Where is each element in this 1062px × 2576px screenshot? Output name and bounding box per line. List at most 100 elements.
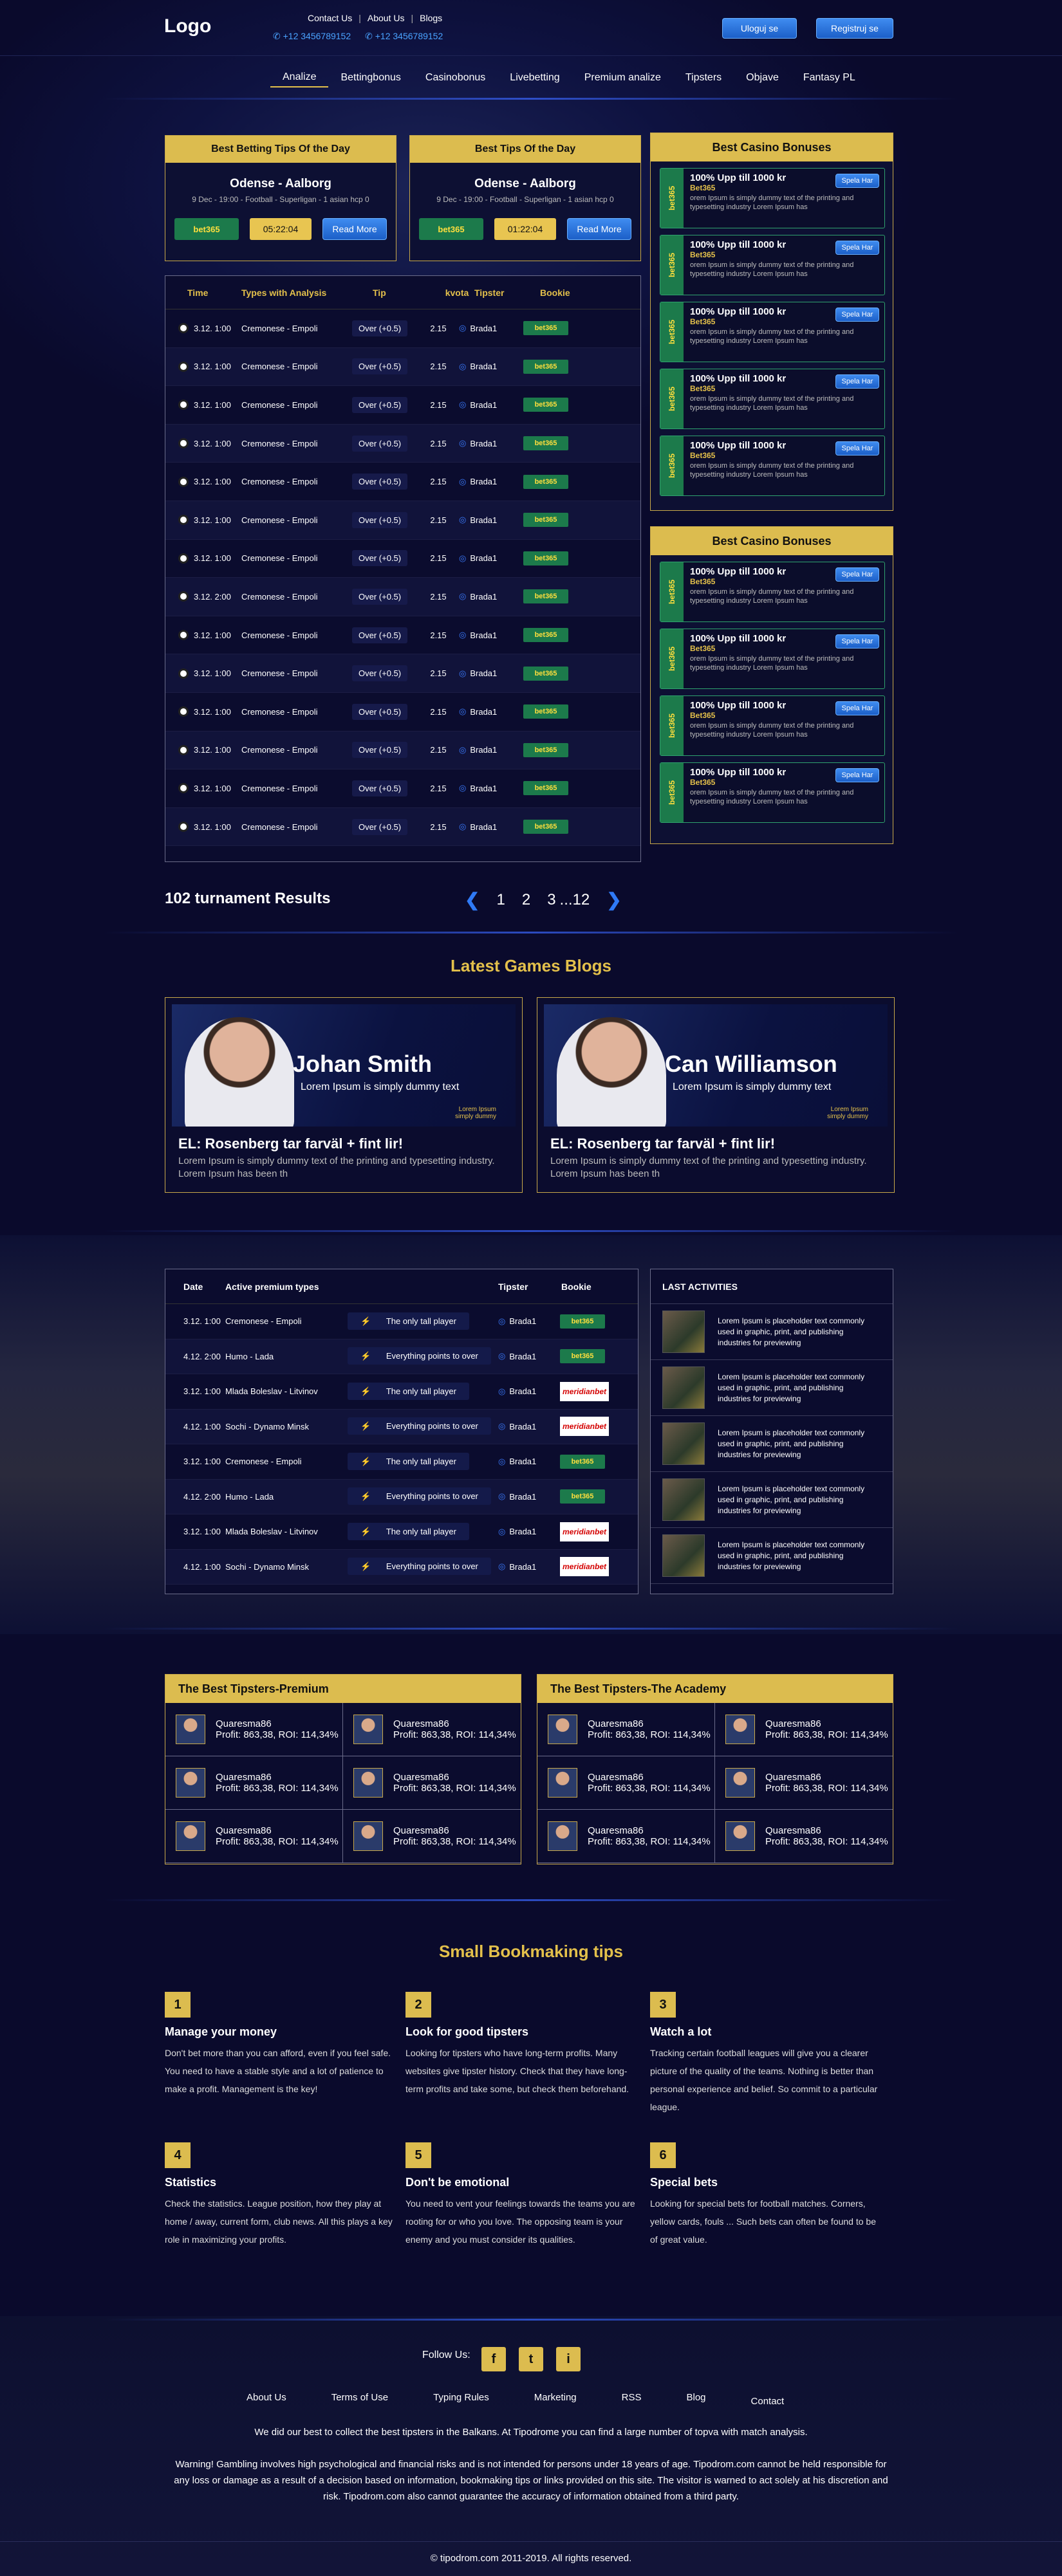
page-3[interactable]: 3 bbox=[547, 891, 555, 909]
cell-match[interactable]: Cremonese - Empoli bbox=[225, 1316, 348, 1326]
tipster-item[interactable]: Quaresma86 Profit: 863,38, ROI: 114,34% bbox=[165, 1810, 343, 1863]
bookie-logo[interactable]: bet365 bbox=[523, 551, 568, 566]
cell-match[interactable]: Humo - Lada bbox=[225, 1492, 348, 1502]
bookie-logo[interactable]: meridianbet bbox=[560, 1417, 609, 1437]
bookie-logo[interactable]: meridianbet bbox=[560, 1522, 609, 1541]
phone-2[interactable]: ✆ +12 3456789152 bbox=[365, 31, 443, 42]
activity-item[interactable]: Lorem Ipsum is placeholder text commonly… bbox=[651, 1360, 893, 1416]
cell-tipster[interactable]: ◎ Brada1 bbox=[498, 1316, 560, 1327]
footer-contact[interactable]: Contact bbox=[751, 2396, 785, 2407]
phone-1[interactable]: ✆ +12 3456789152 bbox=[273, 31, 351, 42]
cell-teams[interactable]: Cremonese - Empoli bbox=[241, 362, 352, 371]
cell-tipster[interactable]: ◎ Brada1 bbox=[459, 515, 523, 525]
nav-analize[interactable]: Analize bbox=[270, 68, 329, 87]
blog-card[interactable]: Johan Smith Lorem Ipsum is simply dummy … bbox=[165, 997, 523, 1193]
tipster-item[interactable]: Quaresma86 Profit: 863,38, ROI: 114,34% bbox=[537, 1756, 715, 1810]
next-page-icon[interactable]: ❯ bbox=[606, 889, 621, 910]
bookie-logo[interactable]: bet365 bbox=[523, 820, 568, 834]
about-link[interactable]: About Us bbox=[368, 13, 405, 23]
cell-teams[interactable]: Cremonese - Empoli bbox=[241, 592, 352, 602]
nav-bettingbonus[interactable]: Bettingbonus bbox=[328, 68, 413, 87]
blog-card[interactable]: Can Williamson Lorem Ipsum is simply dum… bbox=[537, 997, 895, 1193]
cell-match[interactable]: Sochi - Dynamo Minsk bbox=[225, 1562, 348, 1572]
footer-marketing[interactable]: Marketing bbox=[534, 2392, 577, 2407]
cell-tipster[interactable]: ◎ Brada1 bbox=[459, 745, 523, 755]
bookie-logo[interactable]: bet365 bbox=[523, 628, 568, 643]
bookie-logo[interactable]: bet365 bbox=[523, 704, 568, 719]
footer-typing-rules[interactable]: Typing Rules bbox=[433, 2392, 489, 2407]
facebook-icon[interactable]: f bbox=[481, 2347, 506, 2371]
bookie-logo[interactable]: bet365 bbox=[560, 1489, 605, 1504]
play-here-button[interactable]: Spela Har bbox=[835, 174, 879, 188]
tipster-item[interactable]: Quaresma86 Profit: 863,38, ROI: 114,34% bbox=[343, 1810, 521, 1863]
tipster-item[interactable]: Quaresma86 Profit: 863,38, ROI: 114,34% bbox=[343, 1703, 521, 1756]
instagram-icon[interactable]: i bbox=[556, 2347, 581, 2371]
bookie-logo[interactable]: bet365 bbox=[560, 1349, 605, 1364]
cell-tipster[interactable]: ◎ Brada1 bbox=[498, 1491, 560, 1502]
play-here-button[interactable]: Spela Har bbox=[835, 374, 879, 389]
play-here-button[interactable]: Spela Har bbox=[835, 634, 879, 649]
tipster-item[interactable]: Quaresma86 Profit: 863,38, ROI: 114,34% bbox=[537, 1810, 715, 1863]
tipster-item[interactable]: Quaresma86 Profit: 863,38, ROI: 114,34% bbox=[165, 1703, 343, 1756]
cell-tipster[interactable]: ◎ Brada1 bbox=[498, 1421, 560, 1431]
nav-casinobonus[interactable]: Casinobonus bbox=[413, 68, 498, 87]
bookie-logo[interactable]: bet365 bbox=[523, 589, 568, 604]
footer-terms[interactable]: Terms of Use bbox=[331, 2392, 388, 2407]
bookie-logo[interactable]: meridianbet bbox=[560, 1557, 609, 1577]
cell-tipster[interactable]: ◎ Brada1 bbox=[459, 783, 523, 793]
cell-tipster[interactable]: ◎ Brada1 bbox=[459, 706, 523, 717]
logo[interactable]: Logo bbox=[164, 15, 211, 37]
page-1[interactable]: 1 bbox=[496, 891, 505, 909]
page-last[interactable]: ...12 bbox=[560, 891, 590, 909]
bookie-logo[interactable]: bet365 bbox=[523, 474, 568, 489]
twitter-icon[interactable]: t bbox=[519, 2347, 543, 2371]
cell-teams[interactable]: Cremonese - Empoli bbox=[241, 668, 352, 678]
cell-match[interactable]: Mlada Boleslav - Litvinov bbox=[225, 1386, 348, 1396]
cell-teams[interactable]: Cremonese - Empoli bbox=[241, 515, 352, 525]
footer-rss[interactable]: RSS bbox=[622, 2392, 642, 2407]
cell-tipster[interactable]: ◎ Brada1 bbox=[459, 323, 523, 333]
play-here-button[interactable]: Spela Har bbox=[835, 441, 879, 455]
tipster-item[interactable]: Quaresma86 Profit: 863,38, ROI: 114,34% bbox=[715, 1810, 893, 1863]
play-here-button[interactable]: Spela Har bbox=[835, 567, 879, 582]
bookie-logo[interactable]: bet365 bbox=[523, 781, 568, 796]
activity-item[interactable]: Lorem Ipsum is placeholder text commonly… bbox=[651, 1528, 893, 1584]
page-2[interactable]: 2 bbox=[522, 891, 530, 909]
nav-premium-analize[interactable]: Premium analize bbox=[572, 68, 673, 87]
bookie-logo[interactable]: bet365 bbox=[419, 218, 483, 240]
cell-tipster[interactable]: ◎ Brada1 bbox=[498, 1351, 560, 1361]
cell-match[interactable]: Humo - Lada bbox=[225, 1352, 348, 1361]
cell-tipster[interactable]: ◎ Brada1 bbox=[498, 1561, 560, 1572]
footer-blog[interactable]: Blog bbox=[686, 2392, 705, 2407]
cell-match[interactable]: Cremonese - Empoli bbox=[225, 1457, 348, 1466]
read-more-button[interactable]: Read More bbox=[322, 218, 387, 240]
blog-title[interactable]: EL: Rosenberg tar farväl + fint lir! bbox=[550, 1136, 894, 1152]
tipster-item[interactable]: Quaresma86 Profit: 863,38, ROI: 114,34% bbox=[715, 1756, 893, 1810]
read-more-button[interactable]: Read More bbox=[567, 218, 631, 240]
cell-teams[interactable]: Cremonese - Empoli bbox=[241, 439, 352, 448]
cell-tipster[interactable]: ◎ Brada1 bbox=[498, 1386, 560, 1397]
bookie-logo[interactable]: bet365 bbox=[560, 1314, 605, 1329]
bookie-logo[interactable]: bet365 bbox=[523, 666, 568, 681]
activity-item[interactable]: Lorem Ipsum is placeholder text commonly… bbox=[651, 1416, 893, 1472]
bookie-logo[interactable]: bet365 bbox=[523, 321, 568, 336]
cell-tipster[interactable]: ◎ Brada1 bbox=[459, 477, 523, 487]
cell-tipster[interactable]: ◎ Brada1 bbox=[498, 1527, 560, 1537]
cell-teams[interactable]: Cremonese - Empoli bbox=[241, 822, 352, 832]
cell-teams[interactable]: Cremonese - Empoli bbox=[241, 553, 352, 563]
prev-page-icon[interactable]: ❮ bbox=[465, 889, 480, 910]
cell-teams[interactable]: Cremonese - Empoli bbox=[241, 784, 352, 793]
bookie-logo[interactable]: bet365 bbox=[523, 359, 568, 374]
cell-teams[interactable]: Cremonese - Empoli bbox=[241, 707, 352, 717]
tipster-item[interactable]: Quaresma86 Profit: 863,38, ROI: 114,34% bbox=[343, 1756, 521, 1810]
bookie-logo[interactable]: bet365 bbox=[174, 218, 239, 240]
nav-livebetting[interactable]: Livebetting bbox=[498, 68, 572, 87]
bookie-logo[interactable]: bet365 bbox=[523, 398, 568, 412]
play-here-button[interactable]: Spela Har bbox=[835, 768, 879, 782]
cell-teams[interactable]: Cremonese - Empoli bbox=[241, 745, 352, 755]
bookie-logo[interactable]: bet365 bbox=[523, 742, 568, 757]
contact-link[interactable]: Contact Us bbox=[308, 13, 352, 23]
activity-item[interactable]: Lorem Ipsum is placeholder text commonly… bbox=[651, 1472, 893, 1528]
nav-objave[interactable]: Objave bbox=[734, 68, 791, 87]
cell-tipster[interactable]: ◎ Brada1 bbox=[498, 1457, 560, 1467]
